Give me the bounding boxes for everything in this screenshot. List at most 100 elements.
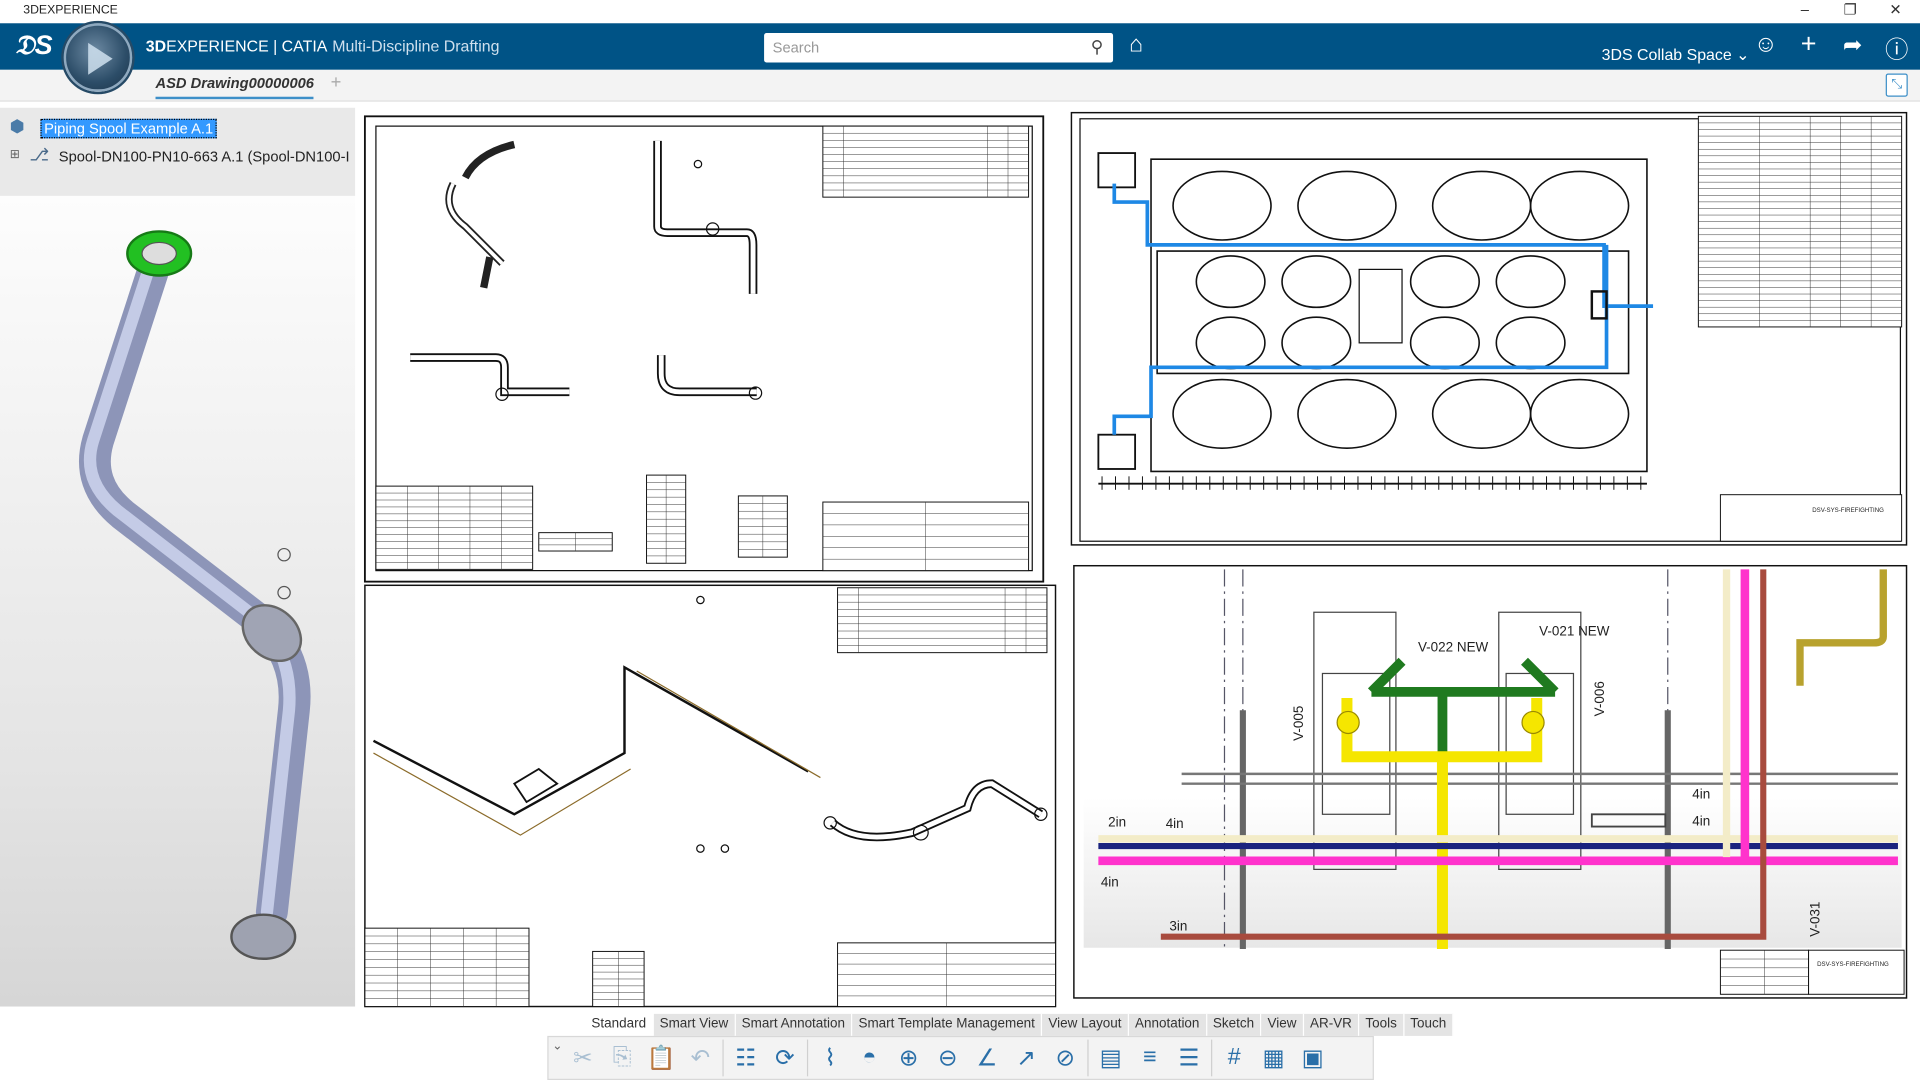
compass-icon[interactable]: [63, 23, 133, 92]
label-4in-b: 4in: [1101, 875, 1119, 890]
add-view-icon[interactable]: ⊕: [891, 1041, 925, 1075]
tank-outline: [1431, 170, 1532, 241]
collab-space-label: 3DS Collab Space: [1601, 45, 1732, 64]
cut-icon[interactable]: ✂: [566, 1041, 600, 1075]
drawing-table: [837, 587, 1048, 654]
drawing-sheet-spool-1[interactable]: [363, 115, 1045, 583]
toolbar-expand-icon[interactable]: ⌄: [552, 1040, 562, 1053]
action-bar: ⌄ ✂ ⎘ 📋 ↶ ☷ ⟳ ⌇ ◓ ⊕ ⊖ ∠ ↗ ⊘ ▤ ≡ ☰ # ▦ ▣: [547, 1035, 1374, 1080]
title-block-icon[interactable]: ▣: [1296, 1041, 1330, 1075]
user-profile-icon[interactable]: ☺: [1750, 32, 1782, 59]
drawing-table: [592, 950, 645, 1008]
window-title: 3DEXPERIENCE: [23, 3, 118, 18]
expand-icon[interactable]: ⊞: [10, 148, 20, 161]
paste-icon[interactable]: 📋: [644, 1041, 678, 1075]
pipe-view-icon[interactable]: ⌇: [813, 1041, 847, 1075]
dimension-icon[interactable]: ≡: [1133, 1041, 1167, 1075]
spool-icon: ⎇: [29, 144, 50, 165]
toolbar-separator: [1211, 1039, 1213, 1077]
label-2in: 2in: [1108, 815, 1126, 830]
help-icon[interactable]: ⓘ: [1881, 32, 1913, 65]
share-icon[interactable]: ➦: [1837, 32, 1869, 60]
collab-space-dropdown[interactable]: 3DS Collab Space ⌄: [1602, 45, 1750, 65]
drawing-table: [822, 501, 1030, 572]
frame-icon[interactable]: ▦: [1256, 1041, 1290, 1075]
grid-icon[interactable]: #: [1217, 1041, 1251, 1075]
tank-outline: [1172, 378, 1272, 449]
ribbon-tab-smart-template-management[interactable]: Smart Template Management: [852, 1013, 1043, 1036]
tank-outline: [1529, 170, 1630, 241]
tank-outline: [1495, 316, 1566, 370]
tank-outline: [1195, 316, 1266, 370]
search-input[interactable]: Search ⚲: [764, 33, 1114, 63]
product-icon: ⬢: [9, 116, 25, 136]
table-icon[interactable]: ☰: [1172, 1041, 1206, 1075]
drawing-sheet-general-arrangement[interactable]: [1070, 111, 1908, 546]
drawing-table: [646, 474, 687, 564]
update-icon[interactable]: ⟳: [768, 1041, 802, 1075]
play-icon[interactable]: [88, 42, 113, 75]
tree-node-root[interactable]: Piping Spool Example A.1: [40, 118, 217, 139]
label-4in-c: 4in: [1692, 786, 1710, 801]
tank-outline: [1409, 316, 1480, 370]
add-icon[interactable]: +: [1793, 28, 1825, 60]
ribbon-tab-tools[interactable]: Tools: [1359, 1013, 1405, 1036]
tank-outline: [1297, 170, 1397, 241]
ds-logo-icon[interactable]: 𝔇S: [15, 29, 53, 61]
ribbon-tab-smart-view[interactable]: Smart View: [653, 1013, 736, 1036]
label-v006: V-006: [1592, 681, 1607, 716]
projection-view-icon[interactable]: ⊖: [931, 1041, 965, 1075]
toolbar-separator: [806, 1039, 809, 1077]
app-header: 𝔇S 3DEXPERIENCE | CATIA Multi-Discipline …: [0, 23, 1920, 70]
ribbon-tab-view-layout[interactable]: View Layout: [1042, 1013, 1129, 1036]
drawing-table: [538, 532, 613, 552]
ribbon-tab-standard[interactable]: Standard: [585, 1013, 654, 1036]
ribbon-tabs: Standard Smart View Smart Annotation Smart …: [585, 1013, 1454, 1036]
section-view-icon[interactable]: ◓: [852, 1041, 886, 1075]
tank-outline: [1431, 378, 1532, 449]
window-titlebar: 3DEXPERIENCE – ❐ ✕: [0, 0, 1920, 24]
ribbon-tab-smart-annotation[interactable]: Smart Annotation: [735, 1013, 853, 1036]
label-v021: V-021 NEW: [1539, 624, 1610, 639]
label-4in-a: 4in: [1166, 816, 1184, 831]
app-name: Multi-Discipline Drafting: [332, 36, 500, 56]
document-tab-bar: ASD Drawing00000006 + ⤡: [0, 69, 1920, 102]
compass-icon[interactable]: ⊘: [1048, 1041, 1082, 1075]
minimize-button[interactable]: –: [1790, 1, 1819, 18]
tank-outline: [1195, 255, 1266, 309]
title-block-name: DSV-SYS-FIREFIGHTING: [1817, 961, 1889, 968]
brand-3d: 3D: [145, 36, 167, 56]
drawing-table: [837, 942, 1057, 1008]
angle-icon[interactable]: ∠: [970, 1041, 1004, 1075]
tank-outline: [1297, 378, 1397, 449]
close-button[interactable]: ✕: [1881, 1, 1910, 18]
sheet-icon[interactable]: ▤: [1093, 1041, 1127, 1075]
collapse-icon[interactable]: ⤡: [1885, 73, 1908, 97]
tank-outline: [1495, 255, 1566, 309]
drawing-sheet-spool-2[interactable]: [364, 584, 1057, 1008]
properties-icon[interactable]: ☷: [729, 1041, 763, 1075]
3d-viewer[interactable]: [0, 195, 356, 1007]
tank-outline: [1409, 255, 1480, 309]
label-v022: V-022 NEW: [1418, 639, 1489, 654]
search-icon[interactable]: ⚲: [1091, 37, 1104, 58]
leader-icon[interactable]: ↗: [1009, 1041, 1043, 1075]
copy-icon[interactable]: ⎘: [605, 1041, 639, 1075]
drawing-sheet-piping-detail[interactable]: V-022 NEW V-021 NEW V-005 V-006 V-031 2i…: [1073, 494, 1908, 999]
drawing-table: [822, 125, 1030, 198]
label-v031: V-031: [1808, 902, 1823, 937]
ribbon-tab-view[interactable]: View: [1261, 1013, 1304, 1036]
tree-node-spool[interactable]: Spool-DN100-PN10-663 A.1 (Spool-DN100-I: [59, 148, 350, 165]
tag-icon[interactable]: ⌂: [1120, 32, 1152, 59]
brand-name: EXPERIENCE | CATIA: [166, 36, 328, 56]
ribbon-tab-ar-vr[interactable]: AR-VR: [1303, 1013, 1360, 1036]
add-tab-button[interactable]: +: [331, 72, 342, 93]
ribbon-tab-sketch[interactable]: Sketch: [1206, 1013, 1262, 1036]
restore-button[interactable]: ❐: [1836, 1, 1865, 18]
tab-asd-drawing[interactable]: ASD Drawing00000006: [155, 75, 314, 100]
ribbon-tab-touch[interactable]: Touch: [1404, 1013, 1454, 1036]
app-title: 3DEXPERIENCE | CATIA Multi-Discipline Dra…: [146, 37, 500, 55]
undo-icon[interactable]: ↶: [683, 1041, 717, 1075]
ribbon-tab-annotation[interactable]: Annotation: [1128, 1013, 1207, 1036]
toolbar-separator: [1087, 1039, 1089, 1077]
